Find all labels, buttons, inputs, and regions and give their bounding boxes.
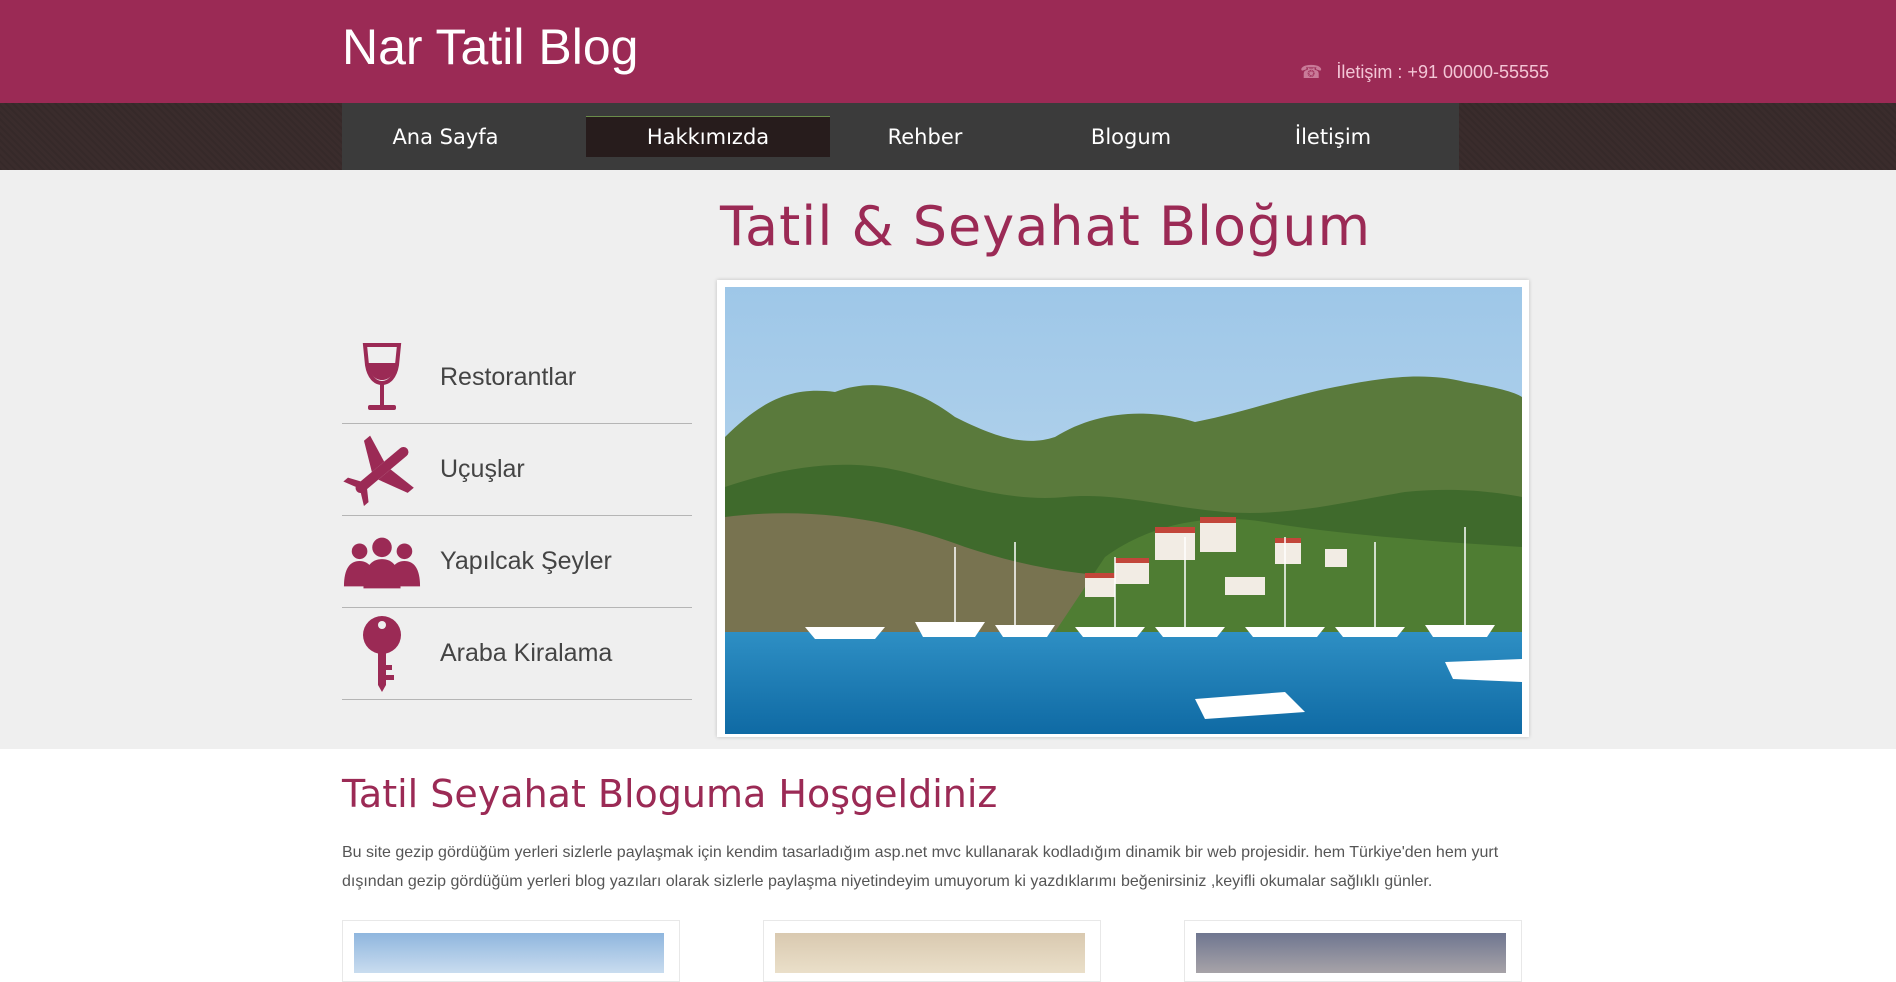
category-item-car-rental[interactable]: Araba Kiralama [342, 608, 692, 700]
hero-banner: Tatil & Seyahat Bloğum Restorantlar Uçuş… [0, 170, 1896, 749]
contact-text: İletişim : +91 00000-55555 [1336, 62, 1550, 82]
nav-item-blogum[interactable]: Blogum [1046, 117, 1216, 157]
hero-image-frame [717, 280, 1529, 737]
main-nav: Ana Sayfa Hakkımızda Rehber Blogum İleti… [342, 103, 1459, 170]
nav-item-ana-sayfa[interactable]: Ana Sayfa [353, 117, 538, 157]
contact-info: ☎ İletişim : +91 00000-55555 [1300, 62, 1549, 83]
category-item-flights[interactable]: Uçuşlar [342, 424, 692, 516]
nav-item-iletisim[interactable]: İletişim [1248, 117, 1418, 157]
banner-title: Tatil & Seyahat Bloğum [720, 195, 1372, 258]
phone-icon: ☎ [1300, 62, 1323, 82]
welcome-title: Tatil Seyahat Bloguma Hoşgeldiniz [342, 772, 998, 816]
category-label: Restorantlar [440, 363, 577, 391]
hero-image [725, 287, 1522, 734]
site-header: Nar Tatil Blog ☎ İletişim : +91 00000-55… [0, 0, 1896, 103]
blog-card-image[interactable] [775, 933, 1085, 973]
wine-glass-icon [342, 338, 422, 418]
category-label: Uçuşlar [440, 455, 525, 483]
category-label: Yapılcak Şeyler [440, 547, 612, 575]
site-title[interactable]: Nar Tatil Blog [342, 18, 638, 76]
people-icon [342, 522, 422, 602]
blog-card-image[interactable] [354, 933, 664, 973]
key-icon [342, 614, 422, 694]
airplane-icon [342, 430, 422, 510]
blog-card[interactable] [1184, 920, 1522, 982]
blog-card[interactable] [342, 920, 680, 982]
blog-card-image[interactable] [1196, 933, 1506, 973]
blog-card[interactable] [763, 920, 1101, 982]
category-item-restaurants[interactable]: Restorantlar [342, 332, 692, 424]
site-description: Bu site gezip gördüğüm yerleri sizlerle … [342, 844, 1499, 890]
nav-item-rehber[interactable]: Rehber [840, 117, 1010, 157]
category-list: Restorantlar Uçuşlar Yapılcak Şeyler Ara… [342, 332, 692, 700]
nav-bar: Ana Sayfa Hakkımızda Rehber Blogum İleti… [0, 103, 1896, 170]
nav-item-hakkimizda[interactable]: Hakkımızda [586, 116, 830, 157]
category-item-things-to-do[interactable]: Yapılcak Şeyler [342, 516, 692, 608]
category-label: Araba Kiralama [440, 639, 613, 667]
